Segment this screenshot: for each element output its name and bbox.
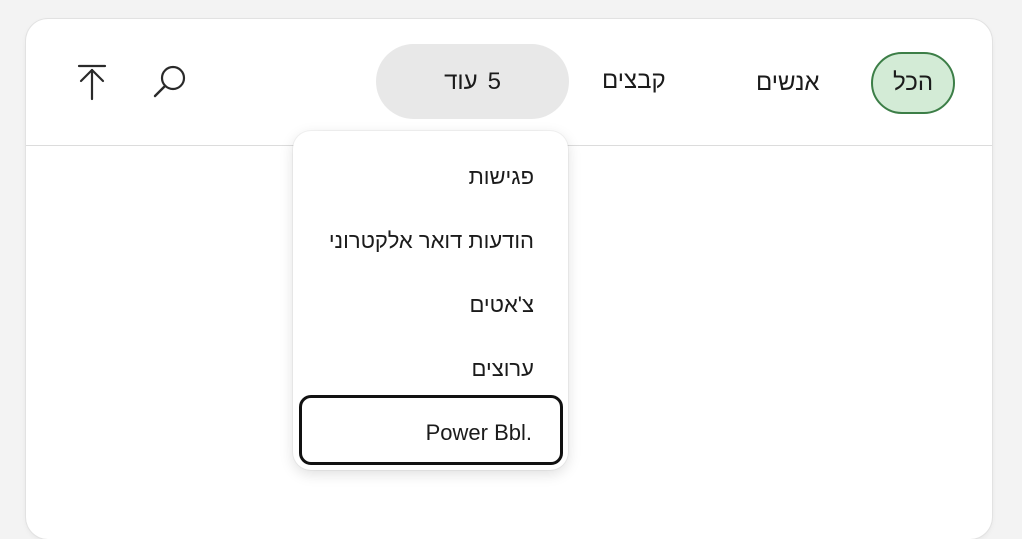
menu-item-chats[interactable]: צ'אטים bbox=[469, 292, 534, 318]
search-button[interactable] bbox=[148, 59, 192, 103]
menu-item-channels[interactable]: ערוצים bbox=[472, 356, 534, 382]
menu-item-meetings[interactable]: פגישות bbox=[469, 164, 534, 190]
menu-item-emails[interactable]: הודעות דואר אלקטרוני bbox=[329, 228, 534, 254]
menu-item-power-bi[interactable]: .Power Bbl bbox=[299, 395, 563, 465]
tab-files[interactable]: קבצים bbox=[602, 67, 666, 95]
search-icon bbox=[153, 65, 186, 98]
tab-people-label: אנשים bbox=[756, 69, 820, 96]
scroll-to-top-button[interactable] bbox=[70, 59, 114, 103]
more-label: עוד bbox=[444, 67, 478, 95]
arrow-up-to-line-icon bbox=[77, 64, 107, 101]
more-count: 5 bbox=[487, 67, 501, 95]
tab-all[interactable]: הכל bbox=[871, 52, 955, 114]
tab-people[interactable]: אנשים bbox=[756, 69, 819, 97]
tab-files-label: קבצים bbox=[602, 67, 666, 94]
tab-all-label: הכל bbox=[892, 69, 934, 96]
more-dropdown-menu: פגישות הודעות דואר אלקטרוני צ'אטים ערוצי… bbox=[293, 131, 568, 470]
menu-item-power-bi-label: .Power Bbl bbox=[425, 420, 532, 445]
more-button[interactable]: 5 עוד bbox=[376, 44, 569, 119]
filter-toolbar: הכל אנשים קבצים 5 עוד bbox=[26, 19, 992, 146]
